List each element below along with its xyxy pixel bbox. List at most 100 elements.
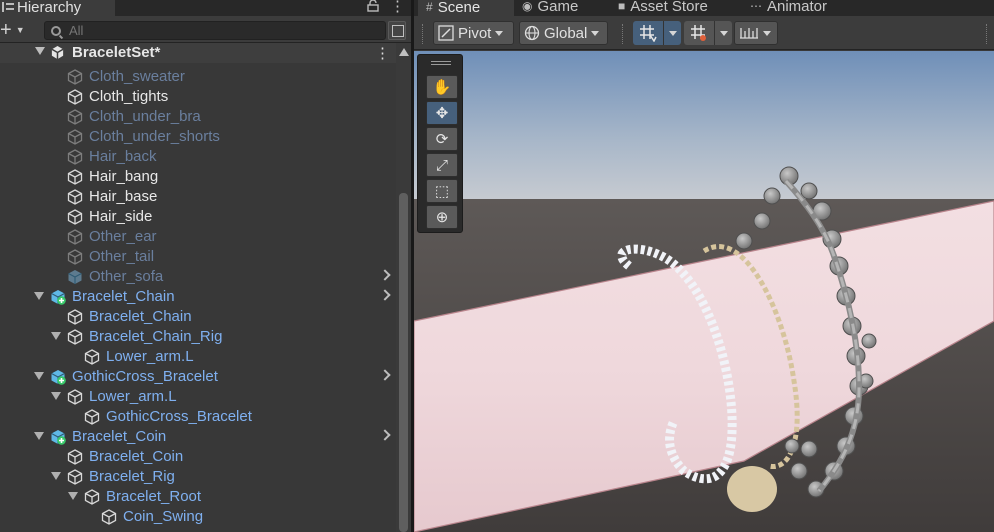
fold-open-icon[interactable] [51,332,61,340]
hierarchy-row-label: Hair_back [89,148,157,165]
hierarchy-search-box[interactable] [44,21,386,40]
prefab-added-icon [51,290,66,305]
hierarchy-row[interactable]: Coin_Swing [0,506,396,526]
fold-open-icon[interactable] [35,47,45,55]
grid-snap-toggle[interactable] [633,21,663,45]
hierarchy-row[interactable]: Lower_arm.L [0,386,396,406]
rotate-tool-icon[interactable]: ⟳ [426,127,458,151]
ruler-icon [740,28,758,39]
open-prefab-arrow-icon[interactable] [379,369,391,381]
hierarchy-row[interactable]: Other_sofa [0,266,396,286]
hierarchy-row[interactable]: Other_tail [0,246,396,266]
hierarchy-row[interactable]: Cloth_under_shorts [0,126,396,146]
scene-more-icon[interactable]: ⋮ [375,44,390,62]
hierarchy-row[interactable]: Cloth_tights [0,86,396,106]
grid-snap-menu[interactable] [663,21,681,45]
hierarchy-row[interactable]: Lower_arm.L [0,346,396,366]
tab-game[interactable]: ◉ Game [522,0,578,16]
hierarchy-row[interactable]: Bracelet_Chain [0,286,396,306]
scale-tool-icon[interactable]: ⤢ [426,153,458,177]
cube-icon [101,509,117,525]
tab-asset-store[interactable]: ■ Asset Store [618,0,708,16]
pivot-dropdown[interactable]: Pivot [433,21,514,45]
hierarchy-row-label: Hair_base [89,188,158,205]
hierarchy-row-label: Lower_arm.L [89,388,177,405]
prefab-added-icon [51,370,66,385]
search-icon [51,25,61,36]
hierarchy-row[interactable]: Other_ear [0,226,396,246]
hierarchy-row[interactable]: Bracelet_Rig [0,466,396,486]
rect-tool-icon[interactable]: ⬚ [426,179,458,203]
hierarchy-row-label: Cloth_tights [89,88,169,105]
hierarchy-row-label: Bracelet_Chain [89,308,192,325]
fold-open-icon[interactable] [51,392,61,400]
move-tool-icon[interactable]: ✥ [426,101,458,125]
lock-icon[interactable] [367,0,379,13]
tab-animator[interactable]: ⋯ Animator [750,0,827,16]
open-prefab-arrow-icon[interactable] [379,269,391,281]
cube-icon [67,389,83,405]
increment-snap-toggle[interactable] [684,21,714,45]
unity-scene-icon [51,45,64,60]
hierarchy-scrollbar[interactable] [396,43,411,532]
tab-hierarchy[interactable]: Hierarchy [0,0,115,16]
fold-open-icon[interactable] [34,292,44,300]
hierarchy-row[interactable]: Bracelet_Root [0,486,396,506]
hierarchy-row[interactable]: GothicCross_Bracelet [0,406,396,426]
hierarchy-row-label: Other_ear [89,228,157,245]
global-dropdown[interactable]: Global [519,21,608,45]
transform-tool-icon[interactable]: ⊕ [426,205,458,229]
animator-icon: ⋯ [750,0,762,13]
scene-toolbar: Pivot Global [414,16,994,50]
hierarchy-row[interactable]: Cloth_under_bra [0,106,396,126]
pivot-icon [438,25,454,41]
hierarchy-row-label: Coin_Swing [123,508,204,525]
prefab-added-icon [51,430,66,445]
hierarchy-row[interactable]: Hair_back [0,146,396,166]
fold-open-icon[interactable] [34,372,44,380]
drag-handle-icon[interactable] [431,61,451,65]
hierarchy-row[interactable]: Bracelet_Chain_Rig [0,326,396,346]
hierarchy-row-label: Bracelet_Chain [72,288,175,305]
tab-scene-label: Scene [437,0,481,16]
hierarchy-row[interactable]: Bracelet_Coin [0,446,396,466]
create-object-button[interactable]: + ▼ [0,18,32,41]
hand-tool-icon[interactable]: ✋ [426,75,458,99]
toolbar-separator [986,24,988,44]
scroll-up-icon[interactable] [399,48,409,56]
chevron-down-icon [668,30,677,36]
scene-viewport[interactable]: ✋ ✥ ⟳ ⤢ ⬚ ⊕ [414,51,994,532]
toolbar-separator [422,24,424,44]
hierarchy-row[interactable]: GothicCross_Bracelet [0,366,396,386]
hierarchy-row[interactable]: Hair_base [0,186,396,206]
hierarchy-row[interactable]: Cloth_sweater [0,66,396,86]
hierarchy-row[interactable]: Hair_bang [0,166,396,186]
fold-open-icon[interactable] [68,492,78,500]
plus-icon: + [0,18,12,41]
hierarchy-list-icon [2,2,14,12]
increment-snap-menu[interactable] [714,21,732,45]
chevron-down-icon [591,30,600,36]
tab-scene[interactable]: # Scene [418,0,514,16]
scrollbar-thumb[interactable] [399,193,408,532]
hierarchy-row[interactable]: Hair_side [0,206,396,226]
search-in-scene-icon[interactable] [388,21,406,40]
hierarchy-row[interactable]: Bracelet_Chain [0,306,396,326]
fold-open-icon[interactable] [34,432,44,440]
open-prefab-arrow-icon[interactable] [379,429,391,441]
hierarchy-row[interactable]: Bracelet_Coin [0,426,396,446]
ruler-dropdown[interactable] [734,21,778,45]
cube-icon [67,89,83,105]
hierarchy-more-icon[interactable]: ⋮ [390,0,405,15]
hierarchy-tab-label: Hierarchy [17,0,82,16]
hierarchy-row-label: Hair_bang [89,168,159,185]
hierarchy-row-label: Bracelet_Root [106,488,202,505]
hierarchy-tab-bar: Hierarchy ⋮ [0,0,411,16]
fold-open-icon[interactable] [51,472,61,480]
open-prefab-arrow-icon[interactable] [379,289,391,301]
hierarchy-search-input[interactable] [69,23,359,38]
global-label: Global [544,24,588,42]
scene-root-row[interactable]: BraceletSet* ⋮ [0,43,396,63]
cube-icon [67,449,83,465]
hierarchy-row-label: Cloth_sweater [89,68,185,85]
